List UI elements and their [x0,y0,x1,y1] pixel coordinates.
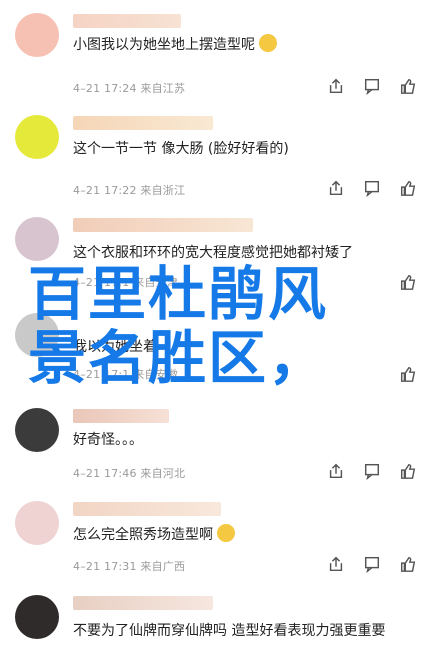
username-blurred[interactable] [73,116,213,130]
username-blurred[interactable] [73,596,213,610]
comment-text: 小图我以为她坐地上摆造型呢 [73,34,403,56]
comment-icon[interactable] [362,76,382,96]
comment-meta: 4–21 17:24 来自江苏 [73,82,186,95]
comment-icon[interactable] [362,554,382,574]
overlay-title: 百里杜鹃风 景名胜区， [28,262,328,390]
thumbs-up-icon[interactable] [398,76,418,96]
avatar[interactable] [15,408,59,452]
comment-meta: 4–21 17:31 来自广西 [73,560,186,573]
laugh-emoji-icon [259,34,277,52]
username-blurred[interactable] [73,409,169,423]
username-blurred[interactable] [73,14,181,28]
username-blurred[interactable] [73,502,221,516]
avatar[interactable] [15,13,59,57]
avatar[interactable] [15,595,59,639]
thumbs-up-icon[interactable] [398,554,418,574]
share-icon[interactable] [326,178,346,198]
thumbs-up-icon[interactable] [398,461,418,481]
share-icon[interactable] [326,76,346,96]
laugh-emoji-icon [217,524,235,542]
comment-icon[interactable] [362,461,382,481]
avatar[interactable] [15,217,59,261]
share-icon[interactable] [326,554,346,574]
overlay-line-2: 景名胜区， [28,324,329,392]
thumbs-up-icon[interactable] [398,178,418,198]
comment-text: 好奇怪。。。 [73,432,143,448]
overlay-line-1: 百里杜鹃风 [28,260,329,328]
comment-text: 不要为了仙牌而穿仙牌吗 造型好看表现力强更重要 [73,623,386,639]
username-blurred[interactable] [73,218,253,232]
avatar[interactable] [15,501,59,545]
thumbs-up-icon[interactable] [398,364,418,384]
avatar[interactable] [15,115,59,159]
comment-meta: 4–21 17:46 来自河北 [73,467,186,480]
thumbs-up-icon[interactable] [398,272,418,292]
comment-text: 怎么完全照秀场造型啊 [73,524,403,546]
comment-meta: 4–21 17:22 来自浙江 [73,184,186,197]
comment-text: 这个一节一节 像大肠 (脸好好看的) [73,141,289,157]
share-icon[interactable] [326,461,346,481]
comment-icon[interactable] [362,178,382,198]
